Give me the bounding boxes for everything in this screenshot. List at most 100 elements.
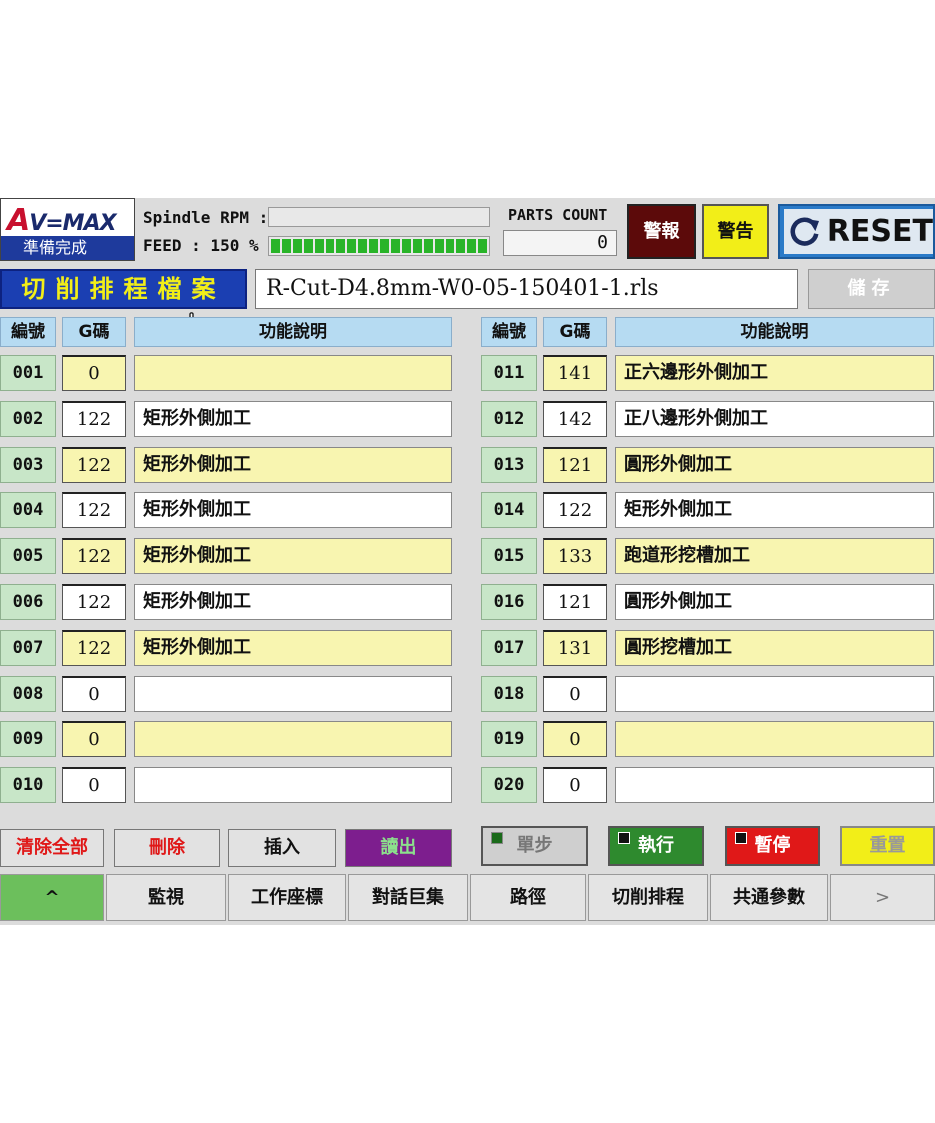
table-row[interactable]: 009 0 (0, 721, 460, 758)
read-out-button[interactable]: 讀出 (345, 829, 452, 867)
gcode-field[interactable]: 0 (62, 767, 126, 804)
description-field[interactable] (134, 767, 452, 804)
single-step-button[interactable]: 單步 (481, 826, 588, 866)
gcode-field[interactable]: 0 (62, 675, 126, 712)
description-field[interactable]: 矩形外側加工 (134, 629, 452, 666)
gcode-field[interactable]: 0 (62, 721, 126, 758)
table-row[interactable]: 002 122 矩形外側加工 (0, 400, 460, 437)
clear-all-button[interactable]: 清除全部 (0, 829, 104, 867)
execute-button[interactable]: 執行 (608, 826, 704, 866)
row-number: 003 (0, 446, 56, 483)
description-field[interactable]: 矩形外側加工 (615, 492, 934, 529)
gcode-field[interactable]: 141 (543, 355, 607, 391)
feed-bar-segment (281, 239, 291, 253)
table-row[interactable]: 003 122 矩形外側加工 (0, 446, 460, 483)
feed-bar-segment (303, 239, 313, 253)
gcode-field[interactable]: 0 (543, 767, 607, 804)
table-row[interactable]: 008 0 (0, 675, 460, 712)
gcode-field[interactable]: 0 (543, 675, 607, 712)
pause-button[interactable]: 暫停 (725, 826, 820, 866)
row-number: 017 (481, 629, 537, 666)
feed-bar-segment (390, 239, 400, 253)
description-field[interactable]: 圓形外側加工 (615, 446, 934, 483)
nav-dialog-macro[interactable]: 對話巨集 (348, 874, 468, 921)
reset-cycle-button[interactable]: 重置 (840, 826, 935, 866)
gcode-field[interactable]: 122 (62, 446, 126, 483)
description-field[interactable]: 矩形外側加工 (134, 400, 452, 437)
nav-cut-schedule[interactable]: 切削排程 (588, 874, 708, 921)
gcode-field[interactable]: 0 (62, 355, 126, 391)
table-row[interactable]: 004 122 矩形外側加工 (0, 492, 460, 529)
table-row[interactable]: 006 122 矩形外側加工 (0, 584, 460, 620)
description-field[interactable] (134, 721, 452, 758)
col-header-description: 功能說明 (134, 317, 452, 347)
description-field[interactable]: 正八邊形外側加工 (615, 400, 934, 437)
table-row[interactable]: 017 131 圓形挖槽加工 (481, 629, 935, 666)
table-row[interactable]: 016 121 圓形外側加工 (481, 584, 935, 620)
nav-work-coordinates[interactable]: 工作座標 (228, 874, 346, 921)
table-row[interactable]: 013 121 圓形外側加工 (481, 446, 935, 483)
nav-monitor[interactable]: 監視 (106, 874, 226, 921)
save-button[interactable]: 儲存 (808, 269, 935, 309)
table-row[interactable]: 001 0 (0, 355, 460, 391)
table-row[interactable]: 019 0 (481, 721, 935, 758)
brand-logo: AV=MAX 準備完成 (0, 198, 135, 261)
feed-bar-segment (271, 239, 280, 253)
table-row[interactable]: 014 122 矩形外側加工 (481, 492, 935, 529)
gcode-field[interactable]: 122 (543, 492, 607, 529)
feed-bar-segment (292, 239, 302, 253)
description-field[interactable]: 矩形外側加工 (134, 584, 452, 620)
row-number: 009 (0, 721, 56, 758)
description-field[interactable]: 矩形外側加工 (134, 446, 452, 483)
table-row[interactable]: 020 0 (481, 767, 935, 804)
description-field[interactable] (134, 355, 452, 391)
gcode-field[interactable]: 142 (543, 400, 607, 437)
gcode-field[interactable]: 122 (62, 538, 126, 575)
gcode-field[interactable]: 122 (62, 584, 126, 620)
gcode-field[interactable]: 122 (62, 400, 126, 437)
description-field[interactable]: 圓形挖槽加工 (615, 629, 934, 666)
table-row[interactable]: 010 0 (0, 767, 460, 804)
table-row[interactable]: 015 133 跑道形挖槽加工 (481, 538, 935, 575)
gcode-field[interactable]: 121 (543, 446, 607, 483)
reset-button-face: RESET (784, 209, 933, 254)
gcode-field[interactable]: 121 (543, 584, 607, 620)
delete-button[interactable]: 刪除 (114, 829, 220, 867)
description-field[interactable] (615, 675, 934, 712)
cnc-hmi-screen: AV=MAX 準備完成 Spindle RPM : FEED : 150 % P… (0, 198, 935, 925)
nav-up-button[interactable]: ^ (0, 874, 104, 921)
bottom-navigation: ^ 監視 工作座標 對話巨集 路徑 切削排程 共通參數 > (0, 874, 935, 921)
description-field[interactable]: 矩形外側加工 (134, 492, 452, 529)
gcode-field[interactable]: 122 (62, 492, 126, 529)
row-number: 010 (0, 767, 56, 804)
reset-button[interactable]: RESET (778, 204, 935, 259)
file-name-field[interactable]: R-Cut-D4.8mm-W0-05-150401-1.rls (255, 269, 798, 309)
gcode-field[interactable]: 0 (543, 721, 607, 758)
gcode-field[interactable]: 131 (543, 629, 607, 666)
nav-common-params[interactable]: 共通參數 (710, 874, 828, 921)
description-field[interactable] (134, 675, 452, 712)
description-field[interactable] (615, 721, 934, 758)
row-number: 013 (481, 446, 537, 483)
description-field[interactable]: 跑道形挖槽加工 (615, 538, 934, 575)
feed-bar-segment (434, 239, 444, 253)
insert-button[interactable]: 插入 (228, 829, 336, 867)
alarm-button[interactable]: 警報 (627, 204, 696, 259)
table-row[interactable]: 018 0 (481, 675, 935, 712)
nav-path[interactable]: 路徑 (470, 874, 586, 921)
gcode-field[interactable]: 122 (62, 629, 126, 666)
single-step-indicator (491, 832, 503, 844)
warning-button[interactable]: 警告 (702, 204, 769, 259)
description-field[interactable]: 正六邊形外側加工 (615, 355, 934, 391)
table-row[interactable]: 011 141 正六邊形外側加工 (481, 355, 935, 391)
description-field[interactable] (615, 767, 934, 804)
feed-bar-segment (336, 239, 346, 253)
table-row[interactable]: 005 122 矩形外側加工 (0, 538, 460, 575)
table-row[interactable]: 012 142 正八邊形外側加工 (481, 400, 935, 437)
description-field[interactable]: 矩形外側加工 (134, 538, 452, 575)
col-header-number: 編號 (0, 317, 56, 347)
description-field[interactable]: 圓形外側加工 (615, 584, 934, 620)
gcode-field[interactable]: 133 (543, 538, 607, 575)
table-row[interactable]: 007 122 矩形外側加工 (0, 629, 460, 666)
nav-next-button[interactable]: > (830, 874, 935, 921)
